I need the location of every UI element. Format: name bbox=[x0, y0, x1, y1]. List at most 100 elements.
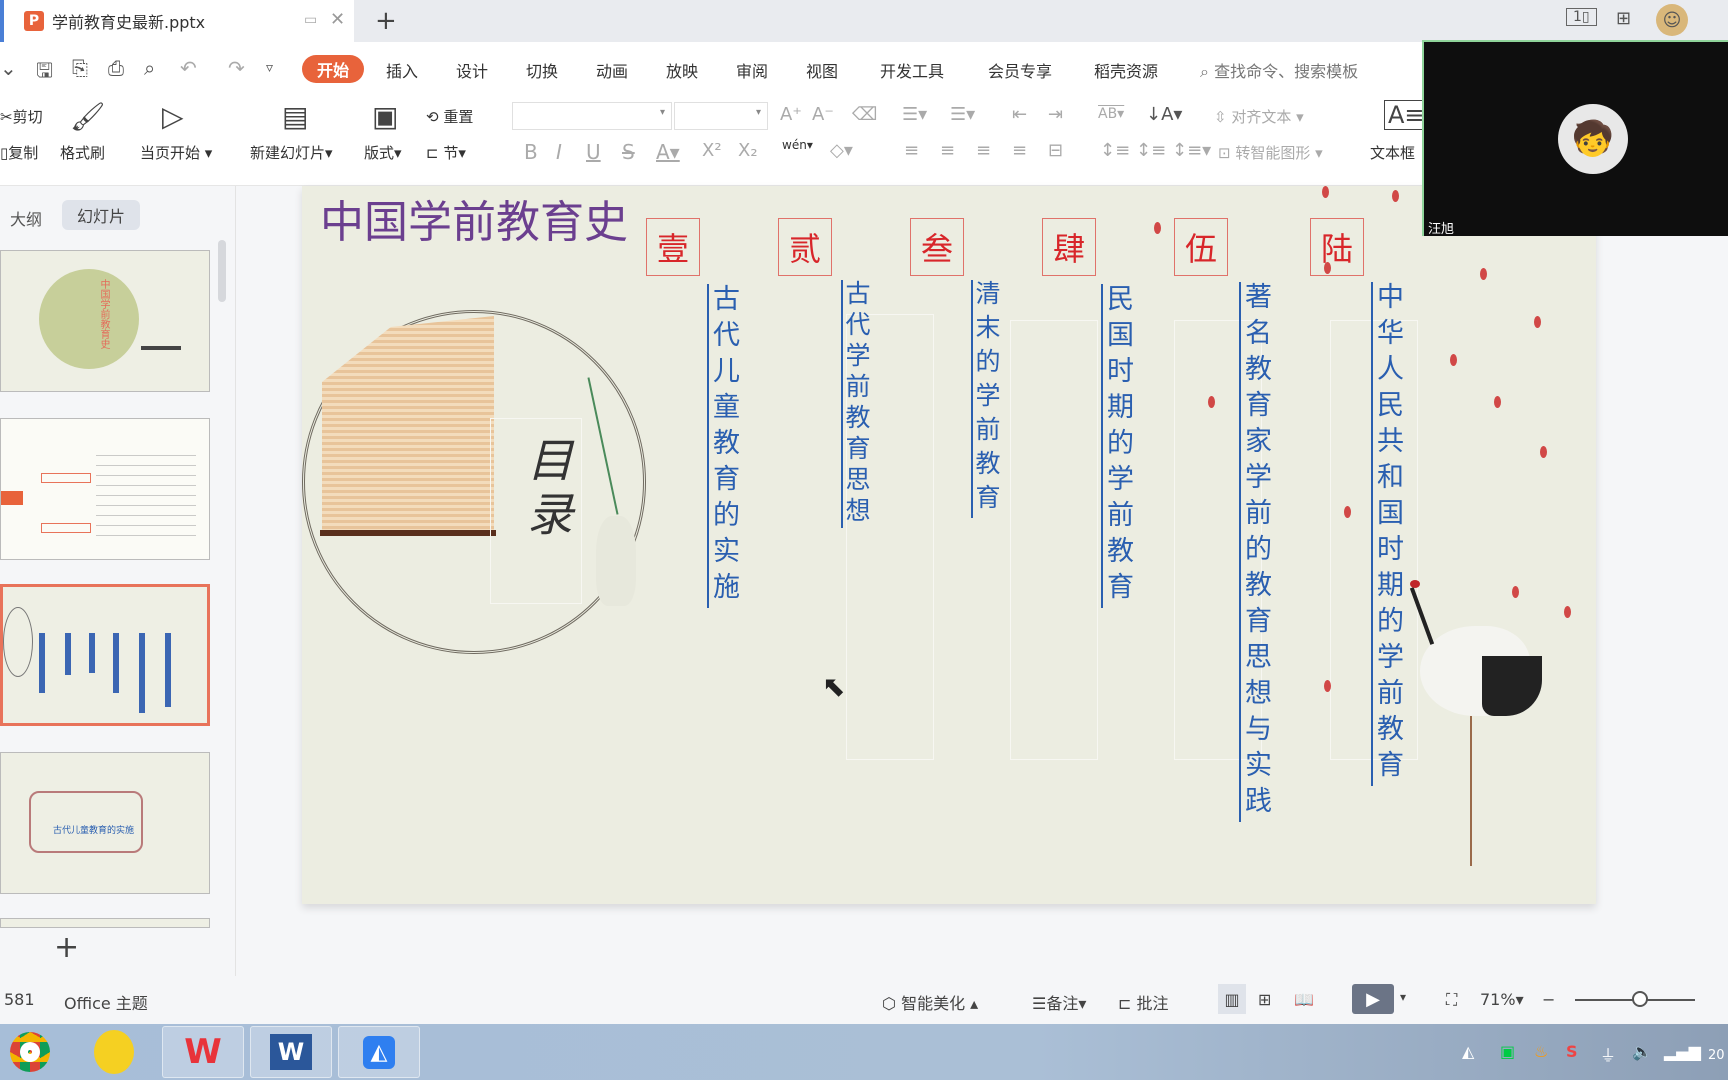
close-tab-icon[interactable]: ✕ bbox=[330, 9, 345, 30]
format-painter-icon[interactable]: 🖌 bbox=[70, 100, 106, 133]
pin-icon[interactable]: ▭ bbox=[304, 12, 317, 28]
decrease-indent-icon[interactable]: ⇤ bbox=[1012, 104, 1027, 125]
video-call-overlay[interactable]: 🧒 汪旭 bbox=[1422, 40, 1728, 237]
font-color-icon[interactable]: A▾ bbox=[656, 140, 680, 164]
layout-icon[interactable]: ▣ bbox=[372, 100, 398, 133]
slide-thumbnail-2[interactable] bbox=[0, 418, 210, 560]
section-number-5[interactable]: 伍 bbox=[1174, 218, 1228, 276]
pinyin-icon[interactable]: wén▾ bbox=[782, 138, 813, 152]
grid-view-icon[interactable]: ⊞ bbox=[1616, 8, 1631, 29]
italic-icon[interactable]: I bbox=[556, 140, 562, 164]
align-left-icon[interactable]: ≡ bbox=[904, 140, 919, 161]
section-text-3[interactable]: 清末的学前教育 bbox=[968, 280, 1004, 518]
clear-format-icon[interactable]: ⌫ bbox=[852, 104, 877, 125]
align-center-icon[interactable]: ≡ bbox=[940, 140, 955, 161]
section-number-2[interactable]: 贰 bbox=[778, 218, 832, 276]
align-right-icon[interactable]: ≡ bbox=[976, 140, 991, 161]
line-spacing-icon[interactable]: ↕≡ bbox=[1100, 140, 1130, 161]
section-text-6[interactable]: 中华人民共和国时期的学前教育 bbox=[1368, 282, 1407, 786]
fit-window-icon[interactable]: ⛶ bbox=[1446, 990, 1457, 1010]
increase-font-icon[interactable]: A⁺ bbox=[780, 104, 802, 125]
redo-icon[interactable]: ↷ bbox=[228, 56, 245, 80]
tab-view[interactable]: 视图 bbox=[806, 58, 838, 82]
reset-button[interactable]: ⟲ 重置 bbox=[426, 106, 473, 127]
format-painter-button[interactable]: 格式刷 bbox=[60, 142, 105, 163]
slide-thumbnail-3-active[interactable] bbox=[0, 584, 210, 726]
align-text-button[interactable]: ⇳ 对齐文本 ▾ bbox=[1214, 106, 1304, 127]
thumbnail-scrollbar[interactable] bbox=[218, 240, 226, 302]
section-button[interactable]: ⊏ 节▾ bbox=[426, 142, 466, 163]
command-search[interactable]: ⌕ 查找命令、搜索模板 bbox=[1200, 58, 1358, 82]
section-text-4[interactable]: 民国时期的学前教育 bbox=[1098, 284, 1137, 608]
increase-indent-icon[interactable]: ⇥ bbox=[1048, 104, 1063, 125]
underline-icon[interactable]: U bbox=[586, 140, 601, 164]
section-number-3[interactable]: 叁 bbox=[910, 218, 964, 276]
section-number-4[interactable]: 肆 bbox=[1042, 218, 1096, 276]
slide-sorter-icon[interactable]: ⊞ bbox=[1258, 990, 1271, 1009]
print-preview-icon[interactable]: ⌕ bbox=[144, 56, 155, 80]
zoom-slider-thumb[interactable] bbox=[1632, 991, 1648, 1007]
comments-button[interactable]: ⊏ 批注 bbox=[1118, 990, 1169, 1014]
reading-view-icon[interactable]: 📖 bbox=[1294, 990, 1314, 1009]
bold-icon[interactable]: B bbox=[524, 140, 538, 164]
copy-button[interactable]: ▯复制 bbox=[0, 142, 38, 163]
new-tab-button[interactable]: + bbox=[375, 6, 397, 36]
decrease-font-icon[interactable]: A⁻ bbox=[812, 104, 834, 125]
tab-outline[interactable]: 大纲 bbox=[10, 206, 42, 230]
font-size-select[interactable]: ▾ bbox=[674, 102, 768, 130]
zoom-out-button[interactable]: − bbox=[1542, 990, 1555, 1009]
textbox-button[interactable]: 文本框 bbox=[1370, 142, 1415, 163]
notes-button[interactable]: ☰备注▾ bbox=[1032, 990, 1086, 1014]
clock[interactable]: 20 bbox=[1708, 1048, 1725, 1063]
new-slide-button[interactable]: 新建幻灯片▾ bbox=[250, 142, 333, 163]
tray-flame-icon[interactable]: ♨ bbox=[1534, 1042, 1548, 1061]
convert-smartart-button[interactable]: ⊡ 转智能图形 ▾ bbox=[1218, 142, 1323, 163]
tab-design[interactable]: 设计 bbox=[456, 58, 488, 82]
tab-transition[interactable]: 切换 bbox=[526, 58, 558, 82]
highlight-icon[interactable]: ◇▾ bbox=[830, 140, 853, 161]
tray-feishu-icon[interactable]: ◭ bbox=[1462, 1042, 1474, 1061]
subscript-icon[interactable]: X₂ bbox=[738, 140, 758, 161]
slide[interactable]: 中国学前教育史 目录 壹 贰 叁 肆 伍 陆 古代儿童教育的实施 古代学前教育思… bbox=[302, 186, 1596, 904]
tray-network-icon[interactable]: ▂▄▆ bbox=[1664, 1042, 1701, 1061]
tab-insert[interactable]: 插入 bbox=[386, 58, 418, 82]
tab-slideshow[interactable]: 放映 bbox=[666, 58, 698, 82]
bullet-list-icon[interactable]: ☰▾ bbox=[902, 104, 927, 125]
slide-title[interactable]: 中国学前教育史 bbox=[320, 186, 628, 250]
strikethrough-icon[interactable]: S bbox=[622, 140, 635, 164]
theme-name[interactable]: Office 主题 bbox=[64, 990, 148, 1014]
section-text-5[interactable]: 著名教育家学前的教育思想与实践 bbox=[1236, 282, 1275, 822]
taskbar-wps[interactable]: W bbox=[162, 1026, 244, 1078]
cut-button[interactable]: ✂剪切 bbox=[0, 106, 43, 127]
tab-slides[interactable]: 幻灯片 bbox=[62, 200, 140, 230]
section-text-1[interactable]: 古代儿童教育的实施 bbox=[704, 284, 743, 608]
menu-icon[interactable]: ⌄ bbox=[0, 56, 17, 80]
text-direction-icon[interactable]: AB▾ bbox=[1098, 106, 1124, 122]
numbered-list-icon[interactable]: ☰▾ bbox=[950, 104, 975, 125]
smart-beautify-button[interactable]: ⬡ 智能美化 ▴ bbox=[882, 990, 978, 1014]
slideshow-options-chevron-icon[interactable]: ▾ bbox=[1400, 990, 1406, 1004]
taskbar-music[interactable] bbox=[76, 1026, 152, 1078]
paragraph-spacing-icon[interactable]: ↕≡ bbox=[1136, 140, 1166, 161]
section-number-6[interactable]: 陆 bbox=[1310, 218, 1364, 276]
zoom-level-select[interactable]: 71%▾ bbox=[1480, 990, 1524, 1009]
spacing-options-icon[interactable]: ↕≡▾ bbox=[1172, 140, 1211, 161]
distribute-icon[interactable]: ⊟ bbox=[1048, 140, 1063, 161]
section-text-2[interactable]: 古代学前教育思想 bbox=[838, 280, 874, 528]
normal-view-icon[interactable]: ▥ bbox=[1218, 984, 1246, 1014]
single-view-icon[interactable]: 1▯ bbox=[1566, 8, 1597, 26]
tray-nvidia-icon[interactable]: ▣ bbox=[1500, 1042, 1515, 1061]
document-tab[interactable]: P 学前教育史最新.pptx ▭ ✕ bbox=[0, 0, 354, 42]
taskbar-feishu[interactable]: ◭ bbox=[338, 1026, 420, 1078]
slide-thumbnail-4[interactable]: 古代儿童教育的实施 bbox=[0, 752, 210, 894]
export-pdf-icon[interactable]: ⎘ bbox=[72, 56, 88, 80]
print-icon[interactable]: ⎙ bbox=[108, 56, 124, 80]
save-icon[interactable]: 🖫 bbox=[36, 56, 53, 90]
play-icon[interactable]: ▷ bbox=[162, 100, 184, 133]
section-number-1[interactable]: 壹 bbox=[646, 218, 700, 276]
superscript-icon[interactable]: X² bbox=[702, 140, 722, 161]
play-from-current-button[interactable]: 当页开始 ▾ bbox=[140, 142, 212, 163]
justify-icon[interactable]: ≡ bbox=[1012, 140, 1027, 161]
customize-icon[interactable]: ▿ bbox=[266, 60, 273, 76]
new-slide-icon[interactable]: ▤ bbox=[282, 100, 308, 133]
